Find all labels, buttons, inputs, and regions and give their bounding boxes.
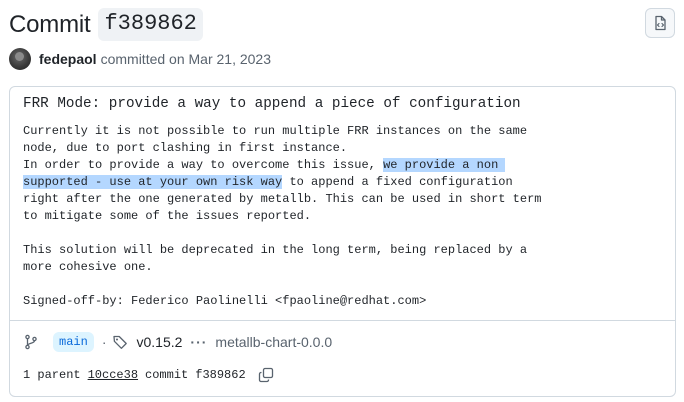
copy-sha-button[interactable] — [258, 367, 274, 383]
commit-sha: f389862 — [195, 368, 246, 382]
parent-row: 1 parent 10cce38 commit f389862 — [23, 366, 274, 384]
parent-commit-link[interactable]: 10cce38 — [88, 368, 138, 382]
browse-files-button[interactable] — [645, 8, 675, 38]
body-line: to append a fixed configuration — [282, 175, 513, 189]
body-line: node, due to port clashing in first inst… — [23, 141, 348, 155]
author-line: fedepaol committed on Mar 21, 2023 — [9, 48, 271, 70]
git-branch-icon — [23, 334, 39, 350]
page-title: Commit — [9, 10, 91, 38]
committed-date: committed on Mar 21, 2023 — [100, 51, 271, 67]
tag-icon — [112, 334, 128, 350]
selected-text: we provide a non — [383, 158, 506, 172]
body-line: right after the one generated by metallb… — [23, 192, 542, 206]
body-line: to mitigate some of the issues reported. — [23, 209, 312, 223]
tag-link[interactable]: v0.15.2 — [136, 334, 182, 350]
divider — [10, 320, 675, 321]
parent-label: 1 parent — [23, 368, 81, 382]
more-tags-button[interactable]: ··· — [190, 334, 207, 350]
commit-page: Commit f389862 fedepaol committed on Mar… — [0, 0, 684, 402]
selected-text: supported - use at your own risk way — [23, 175, 283, 189]
copy-icon — [258, 367, 274, 383]
commit-sha-chip: f389862 — [98, 8, 203, 41]
branch-link[interactable]: main — [53, 332, 94, 352]
body-line: In order to provide a way to overcome th… — [23, 158, 384, 172]
commit-message-title: FRR Mode: provide a way to append a piec… — [23, 96, 521, 112]
author-link[interactable]: fedepaol — [39, 51, 97, 67]
body-line: more cohesive one. — [23, 260, 153, 274]
refs-row: main · v0.15.2 ··· metallb-chart-0.0.0 — [23, 332, 332, 352]
signed-off-line: Signed-off-by: Federico Paolinelli <fpao… — [23, 294, 427, 308]
commit-card: FRR Mode: provide a way to append a piec… — [9, 86, 676, 397]
tag-link[interactable]: metallb-chart-0.0.0 — [215, 334, 332, 350]
file-code-icon — [652, 15, 668, 31]
page-header: Commit f389862 — [9, 8, 203, 41]
body-line: Currently it is not possible to run mult… — [23, 124, 528, 138]
avatar[interactable] — [9, 48, 31, 70]
body-line: This solution will be deprecated in the … — [23, 243, 528, 257]
commit-message-body: Currently it is not possible to run mult… — [23, 123, 541, 310]
commit-label: commit — [145, 368, 189, 382]
separator: · — [101, 334, 107, 350]
